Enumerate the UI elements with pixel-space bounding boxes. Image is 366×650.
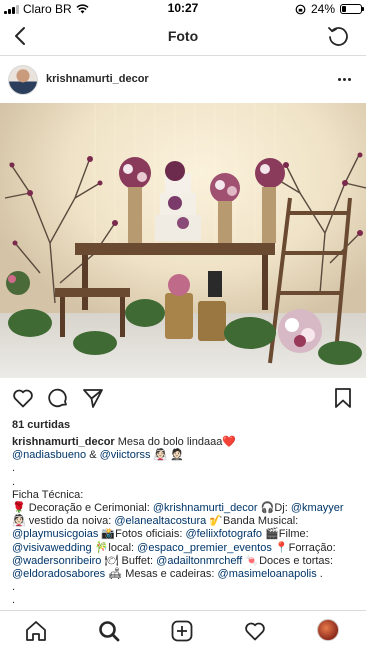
battery-fill (342, 6, 347, 12)
caption-line: 🌹 Decoração e Cerimonial: @krishnamurti_… (12, 502, 358, 515)
status-right: 24% (295, 2, 364, 16)
activity-heart-icon[interactable] (243, 619, 267, 643)
caption-line: . (12, 475, 16, 488)
mention-link[interactable]: @masimeloanapolis (218, 568, 317, 580)
status-bar: Claro BR 10:27 24% (0, 0, 366, 18)
profile-avatar[interactable] (317, 619, 339, 641)
caption-text: 🎬Filme: (262, 528, 309, 541)
caption-line: 👰🏻 vestido da noiva: @elanealtacostura 🎷… (12, 515, 358, 528)
mention-link[interactable]: @adailtonmrcheff (156, 555, 242, 567)
caption-line: @wadersonribeiro 🍽 Buffet: @adailtonmrch… (12, 555, 358, 568)
share-send-icon[interactable] (81, 386, 105, 410)
page-title: Foto (167, 28, 199, 44)
new-post-icon[interactable] (170, 619, 194, 643)
caption-text: 🎋local: (91, 541, 138, 554)
user-avatar[interactable] (8, 65, 38, 95)
search-icon[interactable] (97, 619, 121, 643)
low-table (55, 288, 130, 297)
caption-line: . (12, 594, 16, 607)
dessert-table (75, 243, 275, 255)
post-username[interactable]: krishnamurti_decor (46, 73, 149, 85)
caption-text: 📸Fotos oficiais: (98, 528, 186, 541)
bottom-tab-bar (0, 610, 366, 650)
home-icon[interactable] (24, 619, 48, 643)
caption-line: . (12, 462, 16, 475)
mention-link[interactable]: @nadiasbueno (12, 449, 86, 461)
caption-line: Ficha Técnica: (12, 488, 84, 501)
post-actions (0, 386, 366, 412)
mention-link[interactable]: @krishnamurti_decor (153, 502, 258, 514)
mention-link[interactable]: @viictorss (100, 449, 151, 461)
caption-text: 👰🏻 vestido da noiva: (12, 515, 115, 528)
mention-link[interactable]: @visivawedding (12, 542, 92, 554)
like-heart-icon[interactable] (11, 386, 35, 410)
more-options-icon[interactable] (338, 72, 354, 86)
mention-link[interactable]: @wadersonribeiro (12, 555, 101, 567)
top-header: Foto (0, 18, 366, 56)
caption-text: 🍬Doces e tortas: (242, 554, 334, 567)
mention-link[interactable]: @feliixfotografo (185, 528, 262, 540)
caption-line: krishnamurti_decor Mesa do bolo lindaaa❤… (12, 436, 358, 449)
mention-link[interactable]: @espaco_premier_eventos (137, 542, 272, 554)
caption-line: @playmusicgoias 📸Fotos oficiais: @feliix… (12, 528, 358, 541)
caption-text: . (316, 567, 323, 580)
caption-text: 📍Forração: (271, 541, 336, 554)
mention-link[interactable]: @playmusicgoias (12, 528, 98, 540)
mention-link[interactable]: @elanealtacostura (114, 515, 206, 527)
likes-count[interactable]: 81 curtidas (12, 419, 70, 431)
caption-text: 🛋 Mesas e cadeiras: (105, 567, 218, 580)
caption-text: 🍽 Buffet: (101, 554, 157, 567)
orientation-lock-icon (295, 4, 306, 14)
caption-text: 👰🏻 🤵🏻 (150, 449, 185, 462)
caption-username[interactable]: krishnamurti_decor (12, 436, 115, 448)
post-photo[interactable] (0, 103, 366, 378)
mention-link[interactable]: @eldoradosabores (12, 568, 105, 580)
caption-line: @eldoradosabores 🛋 Mesas e cadeiras: @ma… (12, 568, 358, 581)
battery-percent: 24% (310, 2, 335, 16)
caption-line: . (12, 581, 16, 594)
caption-line: @nadiasbueno & @viictorss 👰🏻 🤵🏻 (12, 449, 358, 462)
caption-text: & (86, 449, 100, 462)
caption-text: Mesa do bolo lindaaa❤️ (114, 436, 237, 448)
caption-line: @visivawedding 🎋local: @espaco_premier_e… (12, 542, 358, 555)
mention-link[interactable]: @kmayyer (291, 502, 344, 514)
caption-text: 🌹 Decoração e Cerimonial: (12, 501, 153, 514)
post-header: krishnamurti_decor (0, 58, 366, 100)
comment-icon[interactable] (46, 386, 70, 410)
bookmark-icon[interactable] (331, 386, 355, 410)
battery-icon (340, 4, 364, 14)
caption-text: 🎷Banda Musical: (206, 515, 299, 528)
caption-text: 🎧Dj: (257, 501, 291, 514)
refresh-icon[interactable] (326, 24, 350, 48)
post-caption: krishnamurti_decor Mesa do bolo lindaaa❤… (12, 436, 358, 607)
